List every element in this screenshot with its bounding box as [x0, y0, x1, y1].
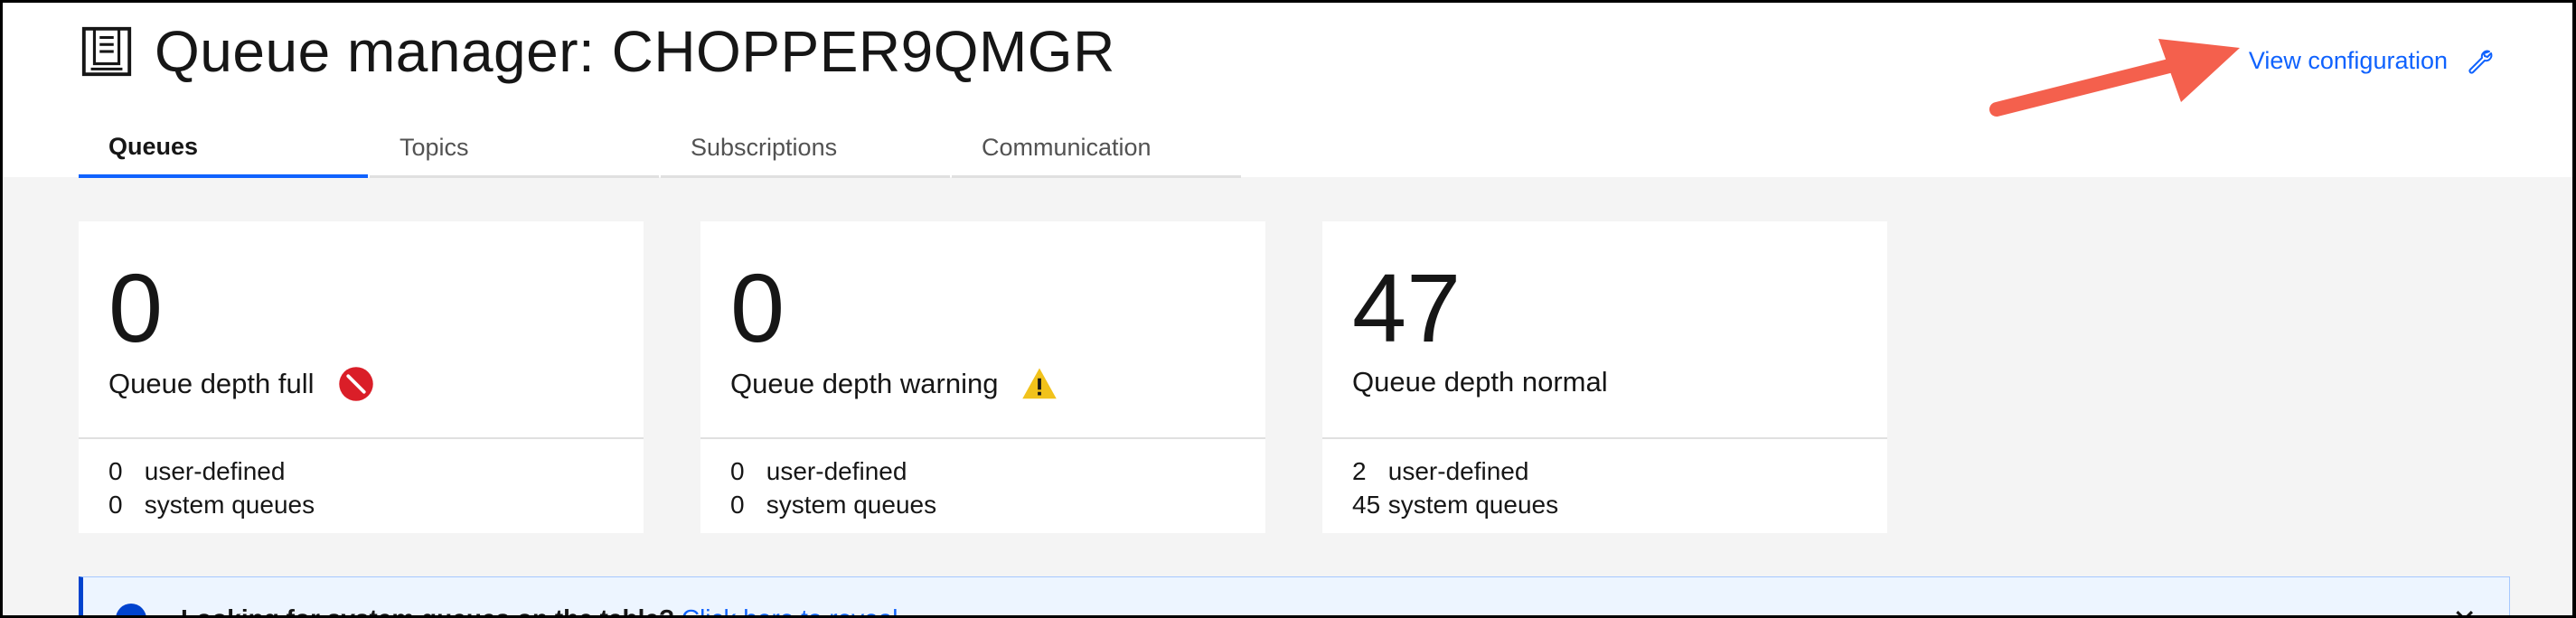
document-icon [81, 26, 132, 77]
tile-label-row: Queue depth full [108, 366, 374, 402]
view-configuration-label[interactable]: View configuration [2249, 47, 2448, 75]
user-defined-label: user-defined [766, 457, 907, 485]
tile-label: Queue depth warning [730, 368, 999, 399]
queue-depth-full-tile[interactable]: 0 Queue depth full 0 user-defined 0 syst… [79, 221, 644, 533]
tab-bar: Queues Topics Subscriptions Communicatio… [79, 126, 1243, 178]
tab-subscriptions[interactable]: Subscriptions [661, 126, 950, 178]
queue-depth-normal-tile[interactable]: 47 Queue depth normal 2 user-defined 45 … [1322, 221, 1887, 533]
warning-icon [1022, 368, 1058, 399]
tile-stats: 0 user-defined 0 system queues [108, 454, 315, 521]
system-queues-stat: 0 system queues [108, 488, 315, 521]
system-queues-label: system queues [766, 491, 937, 519]
tile-count: 47 [1352, 253, 1462, 362]
tile-stats: 2 user-defined 45 system queues [1352, 454, 1558, 521]
tile-count: 0 [730, 253, 785, 362]
system-queues-stat: 0 system queues [730, 488, 936, 521]
view-configuration-link[interactable]: View configuration [2249, 46, 2495, 75]
user-defined-label: user-defined [144, 457, 286, 485]
wrench-icon[interactable] [2466, 46, 2495, 75]
info-notification: Looking for system queues on the table? … [79, 576, 2510, 615]
tab-topics[interactable]: Topics [370, 126, 659, 178]
user-defined-stat: 0 user-defined [730, 454, 936, 488]
user-defined-count: 0 [730, 457, 745, 485]
user-defined-label: user-defined [1387, 457, 1529, 485]
notification-link[interactable]: Click here to reveal [682, 604, 898, 615]
tile-label-row: Queue depth normal [1352, 366, 1608, 398]
page-title: Queue manager: CHOPPER9QMGR [155, 19, 1115, 84]
notification-message: Looking for system queues on the table? … [181, 604, 898, 615]
tile-divider [1322, 437, 1887, 439]
info-icon [116, 604, 146, 615]
tile-stats: 0 user-defined 0 system queues [730, 454, 936, 521]
user-defined-count: 2 [1352, 457, 1367, 485]
user-defined-count: 0 [108, 457, 123, 485]
annotation-arrow [1989, 39, 2240, 117]
system-queues-count: 45 [1352, 491, 1381, 519]
tile-label: Queue depth full [108, 368, 315, 399]
user-defined-stat: 2 user-defined [1352, 454, 1558, 488]
tab-queues[interactable]: Queues [79, 126, 368, 178]
tile-count: 0 [108, 253, 164, 362]
tile-label-row: Queue depth warning [730, 366, 1058, 402]
tab-communication[interactable]: Communication [952, 126, 1241, 178]
close-icon[interactable]: ✕ [2452, 603, 2477, 615]
title-row: Queue manager: CHOPPER9QMGR [79, 23, 1115, 80]
page-header: Queue manager: CHOPPER9QMGR View configu… [3, 3, 2572, 178]
tile-divider [700, 437, 1265, 439]
system-queues-label: system queues [144, 491, 315, 519]
tile-divider [79, 437, 644, 439]
app-window: Queue manager: CHOPPER9QMGR View configu… [3, 3, 2572, 615]
notification-text: Looking for system queues on the table? [181, 604, 674, 615]
queue-depth-warning-tile[interactable]: 0 Queue depth warning 0 user-defined 0 s… [700, 221, 1265, 533]
system-queues-stat: 45 system queues [1352, 488, 1558, 521]
system-queues-label: system queues [1387, 491, 1559, 519]
system-queues-count: 0 [108, 491, 123, 519]
system-queues-count: 0 [730, 491, 745, 519]
user-defined-stat: 0 user-defined [108, 454, 315, 488]
tile-label: Queue depth normal [1352, 366, 1608, 398]
error-icon [338, 367, 373, 401]
